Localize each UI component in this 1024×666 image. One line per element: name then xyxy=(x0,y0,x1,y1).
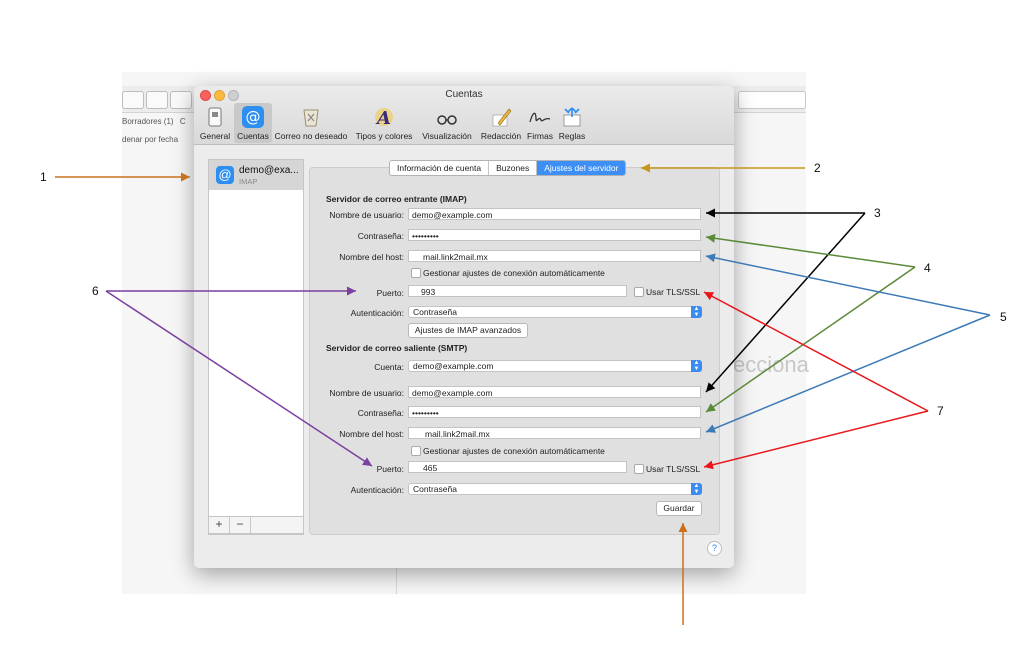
annotation-arrows xyxy=(55,163,991,625)
arrow-7a xyxy=(703,291,929,412)
arrow-5a xyxy=(705,253,991,316)
arrow-5b xyxy=(705,314,991,433)
arrow-6b xyxy=(105,290,373,467)
arrow-4b xyxy=(705,266,916,413)
